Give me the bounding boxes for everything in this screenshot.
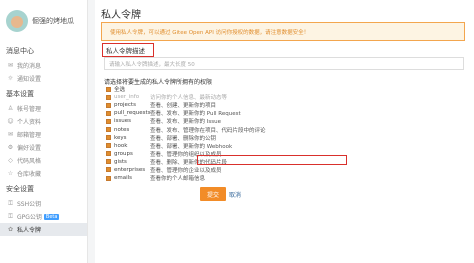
permission-checkbox[interactable] [106,127,111,133]
permission-name: pull_requests [114,110,151,117]
sidebar-item-label: 私人令牌 [17,227,42,234]
sidebar-item-label: 通知设置 [17,76,42,83]
permission-name: user_info [114,94,140,101]
permission-name: projects [114,102,136,109]
warning-banner: 使用私人令牌，可以通过 Gitee Open API 访问你授权的数据，请注意数… [101,22,465,41]
description-label: 私人令牌描述 [102,43,154,57]
permission-description: 查看、创建、更新你的项目 [150,103,217,110]
sidebar-item[interactable]: ☼ 通知设置 [0,72,87,85]
permission-checkbox[interactable] [106,159,111,165]
code-icon: ◇ [8,157,13,164]
permission-checkbox[interactable] [106,118,111,124]
token-icon: ✿ [7,226,14,233]
sidebar-item-label: 我的消息 [17,63,42,70]
profile[interactable]: 倔强的烤地瓜 [0,0,87,42]
avatar[interactable] [6,10,28,32]
permission-checkbox[interactable] [106,167,111,173]
permission-row: keys 查看、部署、删除你的公钥 [106,134,466,142]
sidebar-item[interactable]: ✿ 私人令牌 [0,223,87,236]
sidebar-item-label: SSH公钥 [17,201,42,208]
username[interactable]: 倔强的烤地瓜 [32,16,74,26]
beta-badge: Beta [43,213,60,220]
gists-highlight-box [197,155,347,165]
nav-section-title: 基本设置 [6,90,34,98]
permission-checkbox[interactable] [106,86,111,92]
permissions-list: 全选 user_info 访问你的个人信息、最新动态等 projects 查看、创建、更… [106,85,466,182]
nav-sections: 消息中心 ✉ 我的消息 ☼ 通知设置 基本设置 ♙ 帐号管理 ☺ 个人资料 ✉ 邮箱管理 ⚙ 偏好设置 ◇ 代… [0,42,87,236]
permission-checkbox[interactable] [106,94,111,100]
gpg-key-icon: ⚿ [8,213,13,220]
sidebar-item[interactable]: ⚿ SSH公钥 [0,197,87,210]
profile-icon: ☺ [7,118,14,125]
submit-button[interactable]: 提交 [200,187,226,201]
permission-name: notes [114,126,130,133]
permission-description: 查看、部署、删除你的公钥 [150,135,217,142]
permission-name: hook [114,142,128,149]
sidebar-item-label: 偏好设置 [17,145,42,152]
permission-description: 查看、管理你的企业以及成员 [150,167,222,174]
permission-description: 查看、发布、管理你在项目、代码片段中的评论 [150,127,266,134]
app-window: 倔强的烤地瓜 消息中心 ✉ 我的消息 ☼ 通知设置 基本设置 ♙ 帐号管理 ☺ 个人资料 ✉ 邮箱管理… [0,0,474,263]
permission-checkbox[interactable] [106,102,111,108]
sidebar-item[interactable]: ♙ 帐号管理 [0,102,87,115]
permission-checkbox[interactable] [106,175,111,181]
sidebar-item-label: 帐号管理 [17,106,42,113]
description-input[interactable]: 请输入私人令牌描述，最大长度 50 [104,57,464,70]
permission-description: 查看你的个人邮箱信息 [150,176,206,183]
permission-checkbox[interactable] [106,135,111,141]
permission-name: gists [114,158,127,165]
permission-name: issues [114,118,131,125]
star-icon: ☆ [7,170,14,177]
sidebar-item[interactable]: ⚙ 偏好设置 [0,141,87,154]
sidebar-item-label: 仓库收藏 [17,171,42,178]
permission-row: emails 查看你的个人邮箱信息 [106,174,466,182]
permission-row: 全选 [106,85,466,93]
permission-row: notes 查看、发布、管理你在项目、代码片段中的评论 [106,125,466,134]
nav-section-title: 安全设置 [6,185,34,193]
permission-row: enterprises 查看、管理你的企业以及成员 [106,166,466,174]
permission-name: groups [114,150,133,157]
main-content: 私人令牌 使用私人令牌，可以通过 Gitee Open API 访问你授权的数据… [95,0,474,263]
permission-row: pull_requests 查看、发布、更新你的 Pull Request [106,109,466,117]
permission-checkbox[interactable] [106,143,111,149]
permission-description: 查看、发布、更新你的 Issue [150,119,221,126]
bell-icon: ✉ [7,62,14,69]
permission-description: 访问你的个人信息、最新动态等 [150,95,228,102]
sidebar-item-label: 代码风格 [17,158,42,165]
permission-name: keys [114,134,127,141]
sidebar-item-label: GPG公钥 [17,214,42,221]
key-icon: ⚿ [8,200,13,207]
permission-row: issues 查看、发布、更新你的 Issue [106,117,466,125]
cancel-link[interactable]: 取消 [229,187,241,201]
sidebar-item-label: 邮箱管理 [17,132,42,139]
sidebar-item-label: 个人资料 [17,119,42,126]
permission-description: 查看、部署、更新你的 Webhook [150,143,233,150]
sidebar-item[interactable]: ☆ 仓库收藏 [0,167,87,180]
permission-name: emails [114,175,133,182]
mail-icon: ✉ [7,131,14,138]
permission-checkbox[interactable] [106,151,111,157]
permission-description: 查看、发布、更新你的 Pull Request [150,111,241,118]
sidebar-item[interactable]: ◇ 代码风格 [0,154,87,167]
sidebar-item[interactable]: ✉ 邮箱管理 [0,128,87,141]
permission-name: enterprises [114,166,146,173]
preferences-icon: ⚙ [7,144,14,151]
bell-settings-icon: ☼ [7,75,14,82]
permission-row: projects 查看、创建、更新你的项目 [106,101,466,109]
permission-row: user_info 访问你的个人信息、最新动态等 [106,93,466,101]
permission-checkbox[interactable] [106,110,111,116]
sidebar: 倔强的烤地瓜 消息中心 ✉ 我的消息 ☼ 通知设置 基本设置 ♙ 帐号管理 ☺ 个人资料 ✉ 邮箱管理… [0,0,88,263]
nav-section-title: 消息中心 [6,47,34,55]
sidebar-item[interactable]: ☺ 个人资料 [0,115,87,128]
permission-name: 全选 [114,87,126,94]
permission-row: hook 查看、部署、更新你的 Webhook [106,142,466,150]
user-icon: ♙ [7,105,14,112]
sidebar-item[interactable]: ✉ 我的消息 [0,59,87,72]
sidebar-item[interactable]: ⚿ GPG公钥 Beta [0,210,87,223]
